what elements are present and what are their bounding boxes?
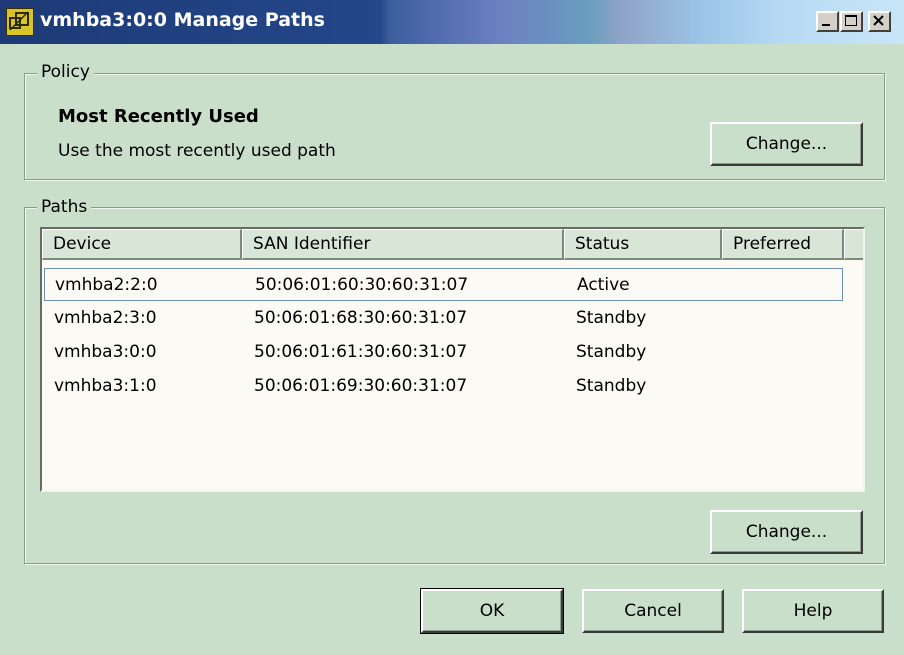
cell-status: Standby [576,376,647,396]
cancel-button[interactable]: Cancel [582,589,724,633]
cell-san-identifier: 50:06:01:60:30:60:31:07 [255,275,469,295]
cell-status: Active [577,275,630,295]
cell-san-identifier: 50:06:01:61:30:60:31:07 [254,342,468,362]
paths-group-legend: Paths [37,197,92,217]
cell-status: Standby [576,308,647,328]
policy-description: Use the most recently used path [58,141,336,161]
table-row[interactable]: vmhba2:3:0 50:06:01:68:30:60:31:07 Stand… [44,302,843,335]
policy-change-button[interactable]: Change... [710,122,863,166]
ok-button[interactable]: OK [420,588,564,634]
vmware-app-icon [6,8,34,36]
column-header-san-identifier[interactable]: SAN Identifier [242,229,564,260]
policy-group-legend: Policy [37,62,94,82]
paths-change-button[interactable]: Change... [710,510,863,554]
column-header-device[interactable]: Device [42,229,242,260]
cell-status: Standby [576,342,647,362]
close-button[interactable] [868,11,891,32]
window-title: vmhba3:0:0 Manage Paths [40,9,325,31]
cell-device: vmhba3:1:0 [54,376,157,396]
column-header-status[interactable]: Status [564,229,722,260]
column-header-filler [844,229,863,260]
title-bar[interactable]: vmhba3:0:0 Manage Paths [0,0,904,44]
cell-device: vmhba2:2:0 [55,275,158,295]
help-button[interactable]: Help [742,589,884,633]
paths-list-header: Device SAN Identifier Status Preferred [42,229,863,260]
cell-san-identifier: 50:06:01:69:30:60:31:07 [254,376,468,396]
table-row[interactable]: vmhba3:1:0 50:06:01:69:30:60:31:07 Stand… [44,370,843,403]
table-row[interactable]: vmhba2:2:0 50:06:01:60:30:60:31:07 Activ… [44,268,843,301]
cell-device: vmhba3:0:0 [54,342,157,362]
maximize-button[interactable] [840,11,863,32]
column-header-preferred[interactable]: Preferred [722,229,844,260]
cell-device: vmhba2:3:0 [54,308,157,328]
close-icon [873,15,884,26]
cell-san-identifier: 50:06:01:68:30:60:31:07 [254,308,468,328]
minimize-icon [822,24,830,26]
policy-name: Most Recently Used [58,106,259,127]
paths-list[interactable]: Device SAN Identifier Status Preferred v… [40,227,865,492]
maximize-icon [845,15,857,26]
minimize-button[interactable] [816,11,839,32]
table-row[interactable]: vmhba3:0:0 50:06:01:61:30:60:31:07 Stand… [44,336,843,369]
